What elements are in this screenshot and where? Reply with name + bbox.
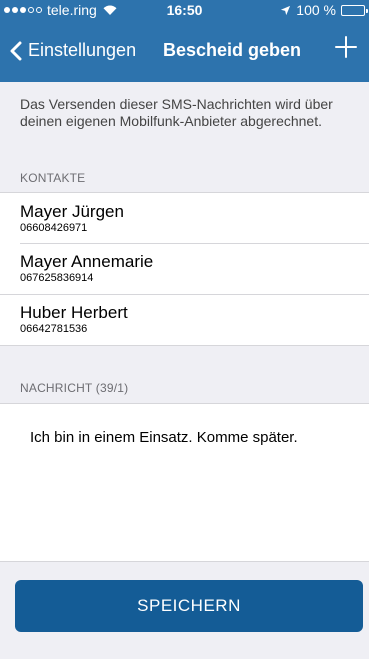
contacts-list: Mayer Jürgen 06608426971 Mayer Annemarie… [0,192,369,346]
back-label: Einstellungen [28,40,137,60]
page-title: Bescheid geben [163,40,302,60]
wifi-icon [103,5,117,15]
save-button[interactable]: SPEICHERN [15,580,363,632]
contact-name: Mayer Jürgen [20,202,124,221]
message-section-header: NACHRICHT (39/1) [20,381,129,395]
contact-phone: 067625836914 [20,272,94,284]
info-text: Das Versenden dieser SMS-Nachrichten wir… [20,96,333,129]
location-arrow-icon [281,5,291,15]
contacts-section-header: KONTAKTE [20,171,86,185]
back-button[interactable]: Einstellungen [10,40,136,61]
back-chevron-icon [10,41,22,60]
battery-percent: 100 % [296,2,336,18]
carrier-name: tele.ring [47,2,97,18]
contact-name: Mayer Annemarie [20,252,154,271]
divider [20,243,369,244]
contact-name: Huber Herbert [20,303,128,322]
battery-icon [341,4,368,16]
header-bar: tele.ring 16:50 100 % Einstellungen Besc… [0,0,369,82]
status-left: tele.ring [4,0,118,20]
navigation-bar: Einstellungen Bescheid geben [0,20,369,82]
divider [0,294,369,295]
contact-phone: 06642781536 [20,323,88,335]
list-item[interactable]: Mayer Jürgen 06608426971 [20,202,124,235]
message-field[interactable]: Ich bin in einem Einsatz. Komme später. [0,403,369,562]
contact-phone: 06608426971 [20,222,88,234]
status-bar: tele.ring 16:50 100 % [0,0,369,20]
list-item[interactable]: Mayer Annemarie 067625836914 [20,252,153,285]
signal-icon [4,7,42,13]
plus-icon[interactable] [335,36,357,58]
list-item[interactable]: Huber Herbert 06642781536 [20,303,128,336]
status-right: 100 % [280,0,368,20]
message-text: Ich bin in einem Einsatz. Komme später. [30,429,298,446]
